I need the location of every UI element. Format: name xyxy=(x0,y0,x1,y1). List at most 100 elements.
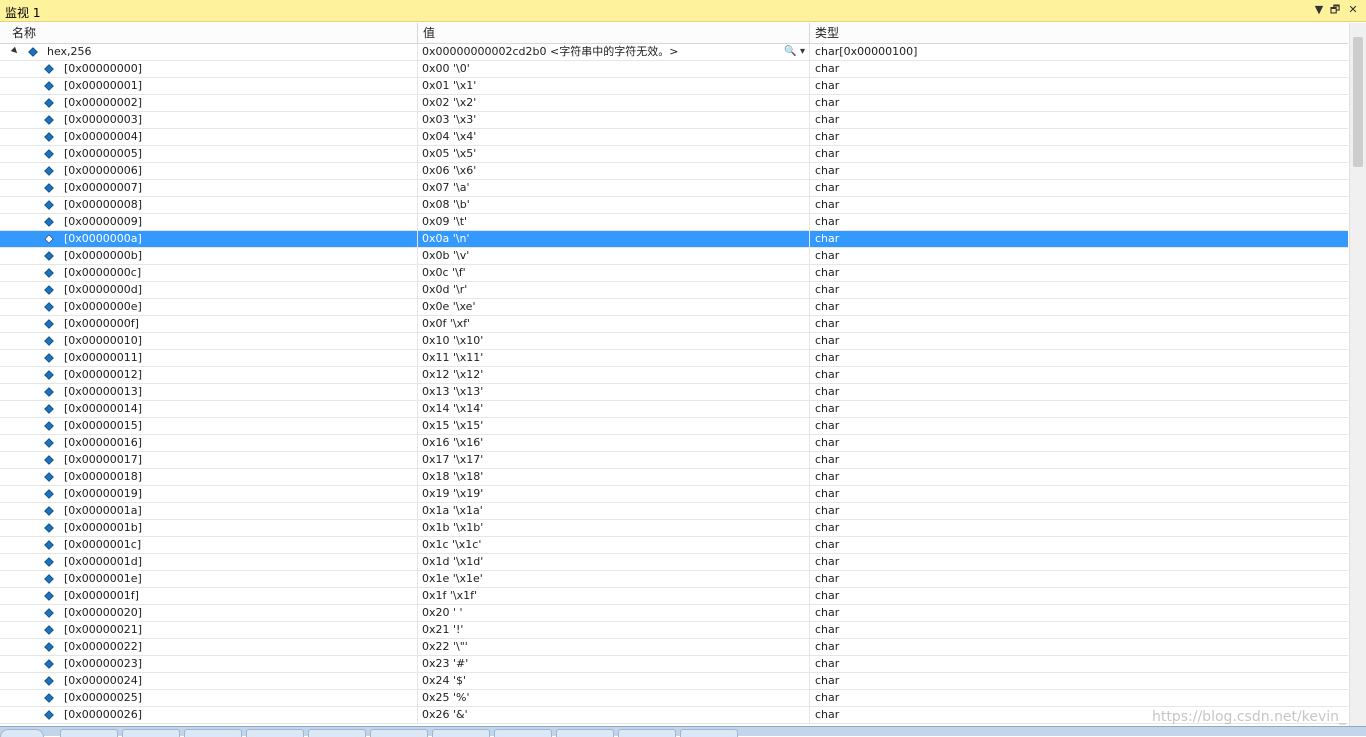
element-value[interactable]: 0x26 '&' xyxy=(418,707,810,723)
table-row[interactable]: [0x00000022] 0x22 '\"' char xyxy=(0,639,1348,656)
table-row[interactable]: [0x00000018] 0x18 '\x18' char xyxy=(0,469,1348,486)
element-value[interactable]: 0x24 '$' xyxy=(418,673,810,689)
element-value[interactable]: 0x02 '\x2' xyxy=(418,95,810,111)
table-row[interactable]: [0x00000015] 0x15 '\x15' char xyxy=(0,418,1348,435)
table-row[interactable]: [0x0000001f] 0x1f '\x1f' char xyxy=(0,588,1348,605)
element-value[interactable]: 0x1b '\x1b' xyxy=(418,520,810,536)
name-cell: [0x00000019] xyxy=(0,486,418,502)
table-row[interactable]: [0x00000011] 0x11 '\x11' char xyxy=(0,350,1348,367)
element-value[interactable]: 0x01 '\x1' xyxy=(418,78,810,94)
element-value[interactable]: 0x05 '\x5' xyxy=(418,146,810,162)
table-row[interactable]: [0x00000024] 0x24 '$' char xyxy=(0,673,1348,690)
element-value[interactable]: 0x08 '\b' xyxy=(418,197,810,213)
element-value[interactable]: 0x15 '\x15' xyxy=(418,418,810,434)
element-value[interactable]: 0x04 '\x4' xyxy=(418,129,810,145)
element-value[interactable]: 0x0c '\f' xyxy=(418,265,810,281)
table-row[interactable]: [0x0000001a] 0x1a '\x1a' char xyxy=(0,503,1348,520)
element-value[interactable]: 0x1e '\x1e' xyxy=(418,571,810,587)
column-header-name[interactable]: 名称 xyxy=(0,23,418,43)
element-value[interactable]: 0x1a '\x1a' xyxy=(418,503,810,519)
table-row[interactable]: [0x0000000a] 0x0a '\n' char xyxy=(0,231,1348,248)
table-row[interactable]: [0x00000019] 0x19 '\x19' char xyxy=(0,486,1348,503)
column-header-type[interactable]: 类型 xyxy=(810,23,1348,43)
table-row[interactable]: [0x00000026] 0x26 '&' char xyxy=(0,707,1348,724)
element-value[interactable]: 0x20 ' ' xyxy=(418,605,810,621)
element-value[interactable]: 0x1c '\x1c' xyxy=(418,537,810,553)
table-row[interactable]: [0x0000001b] 0x1b '\x1b' char xyxy=(0,520,1348,537)
element-value[interactable]: 0x03 '\x3' xyxy=(418,112,810,128)
element-name: [0x00000000] xyxy=(64,62,143,75)
table-row[interactable]: [0x0000000e] 0x0e '\xe' char xyxy=(0,299,1348,316)
table-row[interactable]: [0x0000001c] 0x1c '\x1c' char xyxy=(0,537,1348,554)
table-row[interactable]: [0x00000025] 0x25 '%' char xyxy=(0,690,1348,707)
element-value[interactable]: 0x13 '\x13' xyxy=(418,384,810,400)
element-value[interactable]: 0x0d '\r' xyxy=(418,282,810,298)
element-value[interactable]: 0x0e '\xe' xyxy=(418,299,810,315)
variable-cube-icon xyxy=(44,251,54,261)
element-name: [0x00000010] xyxy=(64,334,143,347)
element-name: [0x00000021] xyxy=(64,623,143,636)
table-row[interactable]: [0x00000002] 0x02 '\x2' char xyxy=(0,95,1348,112)
scrollbar-thumb[interactable] xyxy=(1353,37,1363,167)
element-value[interactable]: 0x25 '%' xyxy=(418,690,810,706)
element-value[interactable]: 0x0b '\v' xyxy=(418,248,810,264)
element-value[interactable]: 0x19 '\x19' xyxy=(418,486,810,502)
element-value[interactable]: 0x12 '\x12' xyxy=(418,367,810,383)
element-value[interactable]: 0x1d '\x1d' xyxy=(418,554,810,570)
element-value[interactable]: 0x11 '\x11' xyxy=(418,350,810,366)
window-position-dropdown-icon[interactable]: ▼ xyxy=(1312,3,1326,17)
element-name: [0x00000024] xyxy=(64,674,143,687)
table-row[interactable]: [0x00000003] 0x03 '\x3' char xyxy=(0,112,1348,129)
table-row[interactable]: [0x0000000f] 0x0f '\xf' char xyxy=(0,316,1348,333)
table-row[interactable]: [0x0000000d] 0x0d '\r' char xyxy=(0,282,1348,299)
element-value[interactable]: 0x09 '\t' xyxy=(418,214,810,230)
element-value[interactable]: 0x0f '\xf' xyxy=(418,316,810,332)
table-row[interactable]: [0x0000000c] 0x0c '\f' char xyxy=(0,265,1348,282)
element-value[interactable]: 0x16 '\x16' xyxy=(418,435,810,451)
table-row[interactable]: [0x0000000b] 0x0b '\v' char xyxy=(0,248,1348,265)
column-header-value[interactable]: 值 xyxy=(418,23,810,43)
table-row[interactable]: [0x00000013] 0x13 '\x13' char xyxy=(0,384,1348,401)
element-value[interactable]: 0x00 '\0' xyxy=(418,61,810,77)
table-row[interactable]: [0x00000017] 0x17 '\x17' char xyxy=(0,452,1348,469)
root-value-cell[interactable]: 0x00000000002cd2b0 <字符串中的字符无效。> 🔍 ▾ xyxy=(418,44,810,60)
table-row[interactable]: [0x00000006] 0x06 '\x6' char xyxy=(0,163,1348,180)
variable-cube-icon xyxy=(44,693,54,703)
table-row[interactable]: [0x00000016] 0x16 '\x16' char xyxy=(0,435,1348,452)
element-name: [0x0000000a] xyxy=(64,232,142,245)
element-value[interactable]: 0x22 '\"' xyxy=(418,639,810,655)
collapse-triangle-icon[interactable] xyxy=(10,46,20,56)
table-row[interactable]: [0x00000010] 0x10 '\x10' char xyxy=(0,333,1348,350)
table-row[interactable]: [0x00000004] 0x04 '\x4' char xyxy=(0,129,1348,146)
element-type: char xyxy=(815,487,840,500)
table-row[interactable]: [0x00000000] 0x00 '\0' char xyxy=(0,61,1348,78)
element-value[interactable]: 0x06 '\x6' xyxy=(418,163,810,179)
table-row[interactable]: [0x00000014] 0x14 '\x14' char xyxy=(0,401,1348,418)
element-value[interactable]: 0x10 '\x10' xyxy=(418,333,810,349)
table-row[interactable]: [0x00000008] 0x08 '\b' char xyxy=(0,197,1348,214)
table-row[interactable]: [0x00000007] 0x07 '\a' char xyxy=(0,180,1348,197)
table-row[interactable]: [0x00000001] 0x01 '\x1' char xyxy=(0,78,1348,95)
table-row[interactable]: [0x00000009] 0x09 '\t' char xyxy=(0,214,1348,231)
close-icon[interactable]: ✕ xyxy=(1346,3,1360,17)
restore-icon[interactable]: 🗗 xyxy=(1328,3,1342,17)
table-row[interactable]: [0x00000020] 0x20 ' ' char xyxy=(0,605,1348,622)
element-value[interactable]: 0x17 '\x17' xyxy=(418,452,810,468)
element-value[interactable]: 0x14 '\x14' xyxy=(418,401,810,417)
element-value[interactable]: 0x18 '\x18' xyxy=(418,469,810,485)
table-row[interactable]: [0x00000012] 0x12 '\x12' char xyxy=(0,367,1348,384)
element-value[interactable]: 0x0a '\n' xyxy=(418,231,810,247)
table-row[interactable]: [0x00000023] 0x23 '#' char xyxy=(0,656,1348,673)
element-value[interactable]: 0x1f '\x1f' xyxy=(418,588,810,604)
element-value[interactable]: 0x23 '#' xyxy=(418,656,810,672)
vertical-scrollbar[interactable] xyxy=(1349,23,1366,726)
element-value[interactable]: 0x07 '\a' xyxy=(418,180,810,196)
table-row[interactable]: [0x0000001e] 0x1e '\x1e' char xyxy=(0,571,1348,588)
table-row[interactable]: [0x0000001d] 0x1d '\x1d' char xyxy=(0,554,1348,571)
table-row[interactable]: [0x00000021] 0x21 '!' char xyxy=(0,622,1348,639)
table-row[interactable]: [0x00000005] 0x05 '\x5' char xyxy=(0,146,1348,163)
text-visualizer-search-icon[interactable]: 🔍 ▾ xyxy=(784,44,805,60)
element-name: [0x00000023] xyxy=(64,657,143,670)
root-row[interactable]: hex,256 0x00000000002cd2b0 <字符串中的字符无效。> … xyxy=(0,44,1348,61)
element-value[interactable]: 0x21 '!' xyxy=(418,622,810,638)
